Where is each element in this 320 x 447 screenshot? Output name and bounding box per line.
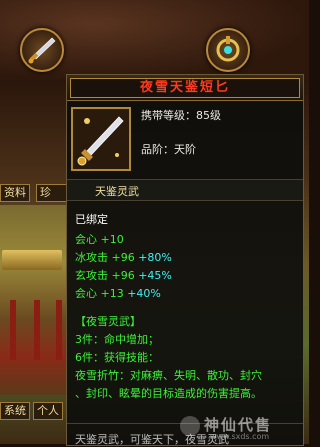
stat-row: 会心 +13 +40% [75,285,161,301]
stat-bonus: +80% [138,251,172,264]
set-bonus-3: 3件：命中增加； [75,333,159,346]
stat-value: +13 [100,287,124,300]
skill-desc-line1: 夜雪折竹：对麻痹、失明、散功、封穴 [75,369,262,382]
set-bonus-6: 6件：获得技能： [75,351,159,364]
stat-bonus: +45% [138,269,172,282]
tab-treasure-label: 珍 [40,186,51,199]
pillar [56,300,62,360]
palace-roof [2,250,62,270]
stat-bonus: +40% [127,287,161,300]
item-subtitle-bar: 天鉴灵武 [67,179,303,201]
stat-row: 冰攻击 +96 +80% [75,249,172,265]
stat-value: +96 [111,269,135,282]
bound-status: 已绑定 [75,213,108,226]
tab-system-label: 系统 [4,404,26,417]
stat-name: 会心 [75,233,97,246]
stat-name: 会心 [75,287,97,300]
site-watermark: 神仙代售 www.sxds.com [180,414,305,442]
tab-info[interactable]: 资料 [0,184,30,202]
tab-treasure[interactable]: 珍 [36,184,68,202]
tab-system[interactable]: 系统 [0,402,30,420]
tab-info-label: 资料 [4,186,26,199]
equip-slot-dagger[interactable] [20,28,64,72]
equip-slot-ornament[interactable] [206,28,250,72]
stat-row: 玄攻击 +96 +45% [75,267,172,283]
pillar [34,300,40,360]
set-name: 【夜雪灵武】 [75,315,141,328]
item-icon-frame [71,107,131,171]
ornament-icon [216,36,240,62]
item-title: 夜雪天鉴短匕 [70,78,300,98]
tab-personal-label: 个人 [37,404,59,417]
stat-name: 冰攻击 [75,251,108,264]
skill-desc-line2: 、封印、眩晕的目标造成的伤害提高。 [75,387,262,400]
dagger-icon [28,37,56,64]
item-tooltip: 夜雪天鉴短匕 携带等级：85级 品阶：天阶 天鉴灵武 已绑定 会心 +10 冰攻… [66,74,304,446]
tooltip-header: 夜雪天鉴短匕 [67,75,303,101]
watermark-logo-icon [180,416,200,436]
stat-row: 会心 +10 [75,231,124,247]
stat-value: +10 [100,233,124,246]
tab-personal[interactable]: 个人 [33,402,63,420]
item-grade: 品阶：天阶 [141,143,196,156]
pillar [10,300,16,360]
stat-value: +96 [111,251,135,264]
dagger-icon [73,109,129,169]
item-subtitle: 天鉴灵武 [95,185,139,198]
carry-level: 携带等级：85级 [141,109,221,122]
stat-name: 玄攻击 [75,269,108,282]
watermark-url: www.sxds.com [210,432,270,441]
